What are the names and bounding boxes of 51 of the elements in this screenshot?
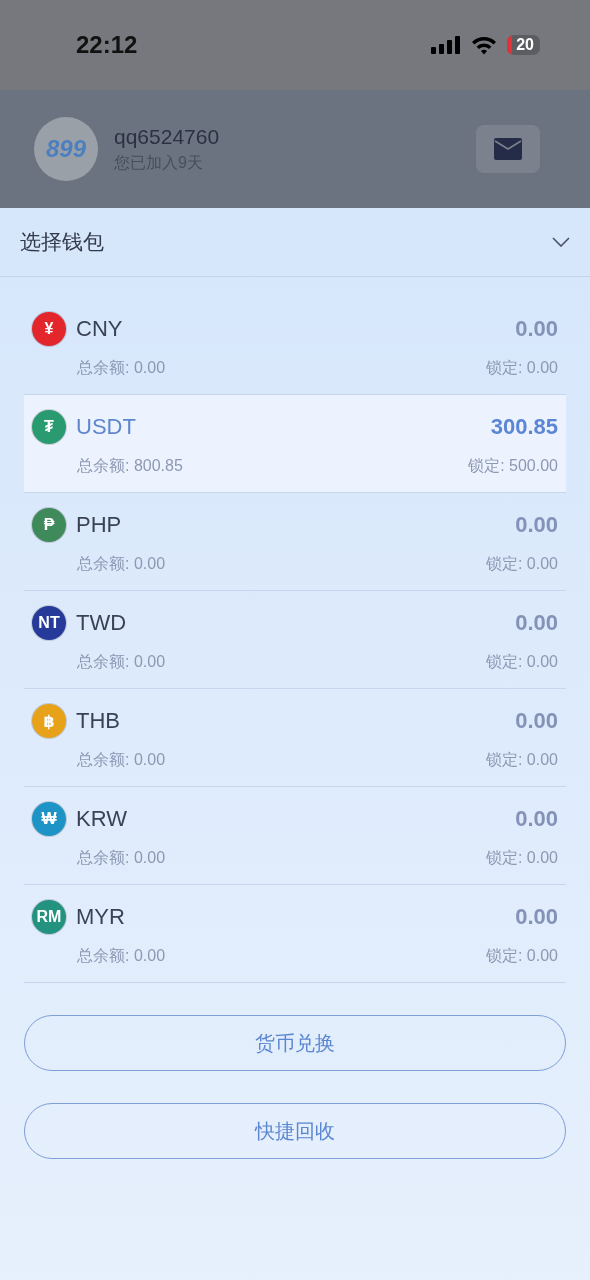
mail-button[interactable]	[476, 125, 540, 173]
currency-icon: NT	[32, 606, 66, 640]
currency-code: KRW	[76, 806, 127, 832]
wallet-row[interactable]: ₮ USDT 300.85 总余额: 800.85 锁定: 500.00	[24, 395, 566, 493]
currency-code: USDT	[76, 414, 136, 440]
currency-code: PHP	[76, 512, 122, 538]
total-balance: 总余额: 0.00	[77, 554, 166, 574]
available-amount: 300.85	[490, 414, 558, 440]
wifi-icon	[471, 35, 498, 55]
currency-icon: RM	[32, 900, 66, 934]
locked-amount: 锁定: 0.00	[485, 358, 558, 378]
avatar: 899	[34, 117, 98, 181]
currency-code: CNY	[76, 316, 123, 342]
wallet-row[interactable]: ฿ THB 0.00 总余额: 0.00 锁定: 0.00	[24, 689, 566, 787]
total-balance: 总余额: 0.00	[77, 358, 166, 378]
total-balance: 总余额: 0.00	[77, 652, 166, 672]
currency-icon: ¥	[32, 312, 66, 346]
locked-amount: 锁定: 0.00	[485, 652, 558, 672]
chevron-icon[interactable]	[552, 237, 570, 247]
currency-icon: ฿	[32, 704, 66, 738]
available-amount: 0.00	[515, 708, 558, 734]
locked-amount: 锁定: 0.00	[485, 848, 558, 868]
currency-code: MYR	[76, 904, 125, 930]
currency-icon: ₮	[32, 410, 66, 444]
locked-amount: 锁定: 0.00	[485, 554, 558, 574]
available-amount: 0.00	[515, 806, 558, 832]
locked-amount: 锁定: 500.00	[468, 456, 558, 476]
available-amount: 0.00	[515, 512, 558, 538]
currency-icon: ₱	[32, 508, 66, 542]
available-amount: 0.00	[515, 610, 558, 636]
total-balance: 总余额: 800.85	[77, 456, 183, 476]
username: qq6524760	[114, 124, 221, 149]
locked-amount: 锁定: 0.00	[485, 750, 558, 770]
sheet-title: 选择钱包	[20, 229, 104, 255]
total-balance: 总余额: 0.00	[77, 848, 166, 868]
status-time: 22:12	[76, 31, 139, 59]
wallet-row[interactable]: RM MYR 0.00 总余额: 0.00 锁定: 0.00	[24, 885, 566, 983]
wallet-row[interactable]: NT TWD 0.00 总余额: 0.00 锁定: 0.00	[24, 591, 566, 689]
currency-code: THB	[76, 708, 120, 734]
currency-code: TWD	[76, 610, 127, 636]
locked-amount: 锁定: 0.00	[485, 946, 558, 966]
total-balance: 总余额: 0.00	[77, 946, 166, 966]
available-amount: 0.00	[515, 316, 558, 342]
total-balance: 总余额: 0.00	[77, 750, 166, 770]
currency-icon: ₩	[32, 802, 66, 836]
available-amount: 0.00	[515, 904, 558, 930]
wallet-row[interactable]: ₱ PHP 0.00 总余额: 0.00 锁定: 0.00	[24, 493, 566, 591]
envelope-icon	[494, 138, 522, 160]
signal-icon	[431, 36, 462, 54]
wallet-row[interactable]: ₩ KRW 0.00 总余额: 0.00 锁定: 0.00	[24, 787, 566, 885]
battery-indicator: 20	[507, 35, 540, 55]
